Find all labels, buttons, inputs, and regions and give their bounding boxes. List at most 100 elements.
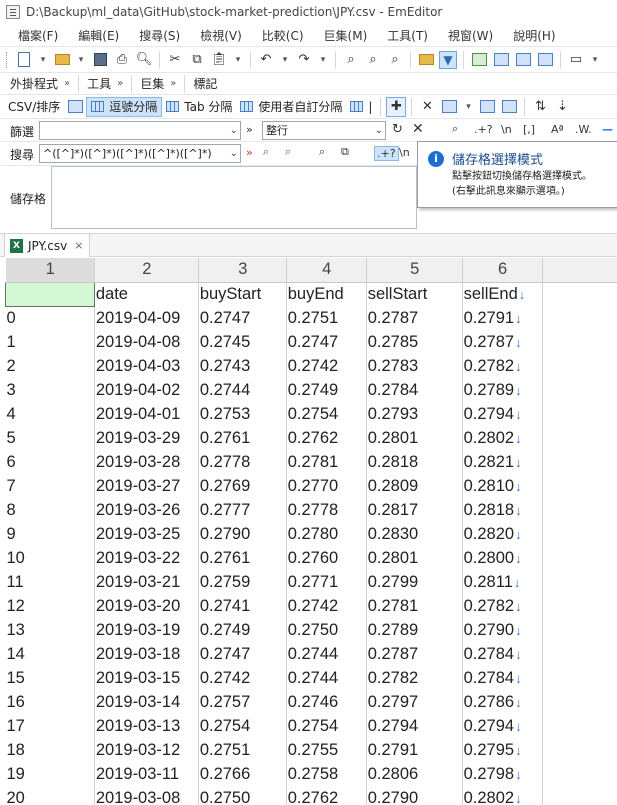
sort-descending-icon[interactable]: ⇣ — [552, 97, 572, 117]
table-cell[interactable]: 0.2790 — [366, 786, 463, 805]
table-cell[interactable]: 2019-03-14 — [94, 690, 199, 714]
table-cell[interactable]: 0.2790 — [198, 522, 287, 546]
table-cell[interactable]: 0.2761 — [198, 546, 287, 570]
print-preview-icon[interactable]: 🔍︎ — [134, 50, 154, 70]
csv-grid-icon[interactable] — [65, 97, 85, 117]
column-number-3[interactable]: 3 — [198, 258, 287, 283]
table-cell[interactable]: 0.2791↓ — [462, 306, 543, 330]
table-cell[interactable]: 0.2781 — [366, 594, 463, 618]
table-cell[interactable]: 0.2794↓ — [462, 714, 543, 738]
chevron-down-icon[interactable]: ▾ — [588, 50, 602, 70]
table-cell[interactable]: 0.2782 — [366, 666, 463, 690]
table-cell[interactable]: 0.2810↓ — [462, 474, 543, 498]
table-cell[interactable]: 0.2742 — [198, 666, 287, 690]
table-cell[interactable]: 2019-03-27 — [94, 474, 199, 498]
table-cell[interactable]: 0.2761 — [198, 426, 287, 450]
table-cell[interactable]: 0.2798↓ — [462, 762, 543, 786]
table-cell[interactable]: 2019-03-29 — [94, 426, 199, 450]
table-cell[interactable]: 2019-04-01 — [94, 402, 199, 426]
pipe-separated-button[interactable]: | — [346, 97, 376, 117]
tab-separated-button[interactable]: Tab 分隔 — [162, 97, 236, 117]
table-cell[interactable]: 0.2790↓ — [462, 618, 543, 642]
table-cell[interactable]: 0.2742 — [286, 354, 367, 378]
table-cell[interactable]: 0.2745 — [198, 330, 287, 354]
table-cell[interactable]: 0.2769 — [198, 474, 287, 498]
user-defined-separator-button[interactable]: 使用者自訂分隔 — [236, 97, 346, 117]
table-cell[interactable]: buyStart — [198, 282, 287, 306]
table-cell[interactable]: 0.2797 — [366, 690, 463, 714]
table-cell[interactable]: 13 — [5, 618, 95, 642]
table-cell[interactable]: 2019-03-21 — [94, 570, 199, 594]
table-cell[interactable]: 0.2755 — [286, 738, 367, 762]
find-previous-icon[interactable]: ⌕ — [385, 50, 405, 70]
table-cell[interactable]: 0.2786↓ — [462, 690, 543, 714]
csv-sort-button[interactable]: CSV/排序 — [4, 97, 64, 117]
column-number-1[interactable]: 1 — [5, 258, 95, 283]
save-icon[interactable] — [90, 50, 110, 70]
copy-icon[interactable]: ⧉ — [187, 50, 207, 70]
table-cell[interactable]: 0.2751 — [198, 738, 287, 762]
table-cell[interactable]: 0.2781 — [286, 450, 367, 474]
find-icon[interactable]: ⌕ — [341, 50, 361, 70]
table-cell[interactable]: 0.2806 — [366, 762, 463, 786]
table-cell[interactable]: 15 — [5, 666, 95, 690]
table-cell[interactable]: 0.2789 — [366, 618, 463, 642]
table-cell[interactable]: 0.2747 — [198, 642, 287, 666]
table-cell[interactable]: 2019-03-12 — [94, 738, 199, 762]
cell-edit-box[interactable] — [51, 166, 417, 229]
table-cell[interactable]: 0.2820↓ — [462, 522, 543, 546]
table-cell[interactable]: 0.2784↓ — [462, 666, 543, 690]
table-cell[interactable]: 2019-03-11 — [94, 762, 199, 786]
table-cell[interactable]: 2019-03-25 — [94, 522, 199, 546]
search-input[interactable]: ^([^]*)([^]*)([^]*)([^]*)([^]*) ⌄ — [39, 144, 241, 163]
copy-results-icon[interactable]: ⧉ — [341, 145, 349, 159]
table-cell[interactable]: 0.2747 — [286, 330, 367, 354]
table-cell[interactable]: 0.2749 — [286, 378, 367, 402]
table-cell[interactable]: 0.2784 — [366, 378, 463, 402]
chevron-down-icon[interactable]: ⌄ — [375, 122, 383, 139]
table-cell[interactable]: 0.2746 — [286, 690, 367, 714]
menu-tools[interactable]: 工具(T) — [377, 27, 438, 44]
search-regex-toggle[interactable]: .+? — [374, 146, 399, 161]
table-cell[interactable]: 0.2799 — [366, 570, 463, 594]
column-tools-icon[interactable]: ✕ — [417, 97, 437, 117]
table-cell[interactable]: 2019-03-18 — [94, 642, 199, 666]
column-number-2[interactable]: 2 — [94, 258, 199, 283]
table-cell[interactable]: 0.2753 — [198, 402, 287, 426]
refresh-icon[interactable]: ↻ — [392, 122, 403, 137]
table-cell[interactable]: 5 — [5, 426, 95, 450]
table-cell[interactable]: 0.2794↓ — [462, 402, 543, 426]
table-cell[interactable]: 0.2759 — [198, 570, 287, 594]
table-cell[interactable]: 0.2782↓ — [462, 354, 543, 378]
table-cell[interactable]: 0.2801 — [366, 546, 463, 570]
table-cell[interactable]: 14 — [5, 642, 95, 666]
table-cell[interactable]: 0.2802↓ — [462, 426, 543, 450]
table-cell[interactable]: 0.2747 — [198, 306, 287, 330]
table-cell[interactable]: 2019-03-08 — [94, 786, 199, 805]
table-cell[interactable]: 17 — [5, 714, 95, 738]
cut-icon[interactable]: ✂ — [165, 50, 185, 70]
table-cell[interactable]: 8 — [5, 498, 95, 522]
table-cell[interactable]: 11 — [5, 570, 95, 594]
filter-icon[interactable]: ▼ — [438, 50, 458, 70]
table-cell[interactable]: 2019-04-09 — [94, 306, 199, 330]
table-cell[interactable] — [5, 281, 95, 307]
table-cell[interactable]: 3 — [5, 378, 95, 402]
table-cell[interactable]: 0.2771 — [286, 570, 367, 594]
table-cell[interactable]: 0.2801 — [366, 426, 463, 450]
sort-ascending-icon[interactable]: ⇅ — [530, 97, 550, 117]
table-cell[interactable]: 0.2749 — [198, 618, 287, 642]
chevron-down-icon[interactable]: ▾ — [74, 50, 88, 70]
filter-newline-toggle[interactable]: \n — [501, 123, 512, 136]
column-number-4[interactable]: 4 — [286, 258, 367, 283]
table-cell[interactable]: 0.2783 — [366, 354, 463, 378]
delete-column-icon[interactable] — [499, 97, 519, 117]
filter-column-toggle[interactable]: [,] — [523, 123, 535, 136]
table-cell[interactable]: 12 — [5, 594, 95, 618]
table-cell[interactable]: 0.2766 — [198, 762, 287, 786]
table-cell[interactable]: 0.2770 — [286, 474, 367, 498]
filter-search-icon[interactable]: ⌕ — [452, 122, 458, 136]
table-cell[interactable]: 0.2762 — [286, 786, 367, 805]
table-cell[interactable]: 0.2802↓ — [462, 786, 543, 805]
column-number-6[interactable]: 6 — [462, 258, 543, 283]
